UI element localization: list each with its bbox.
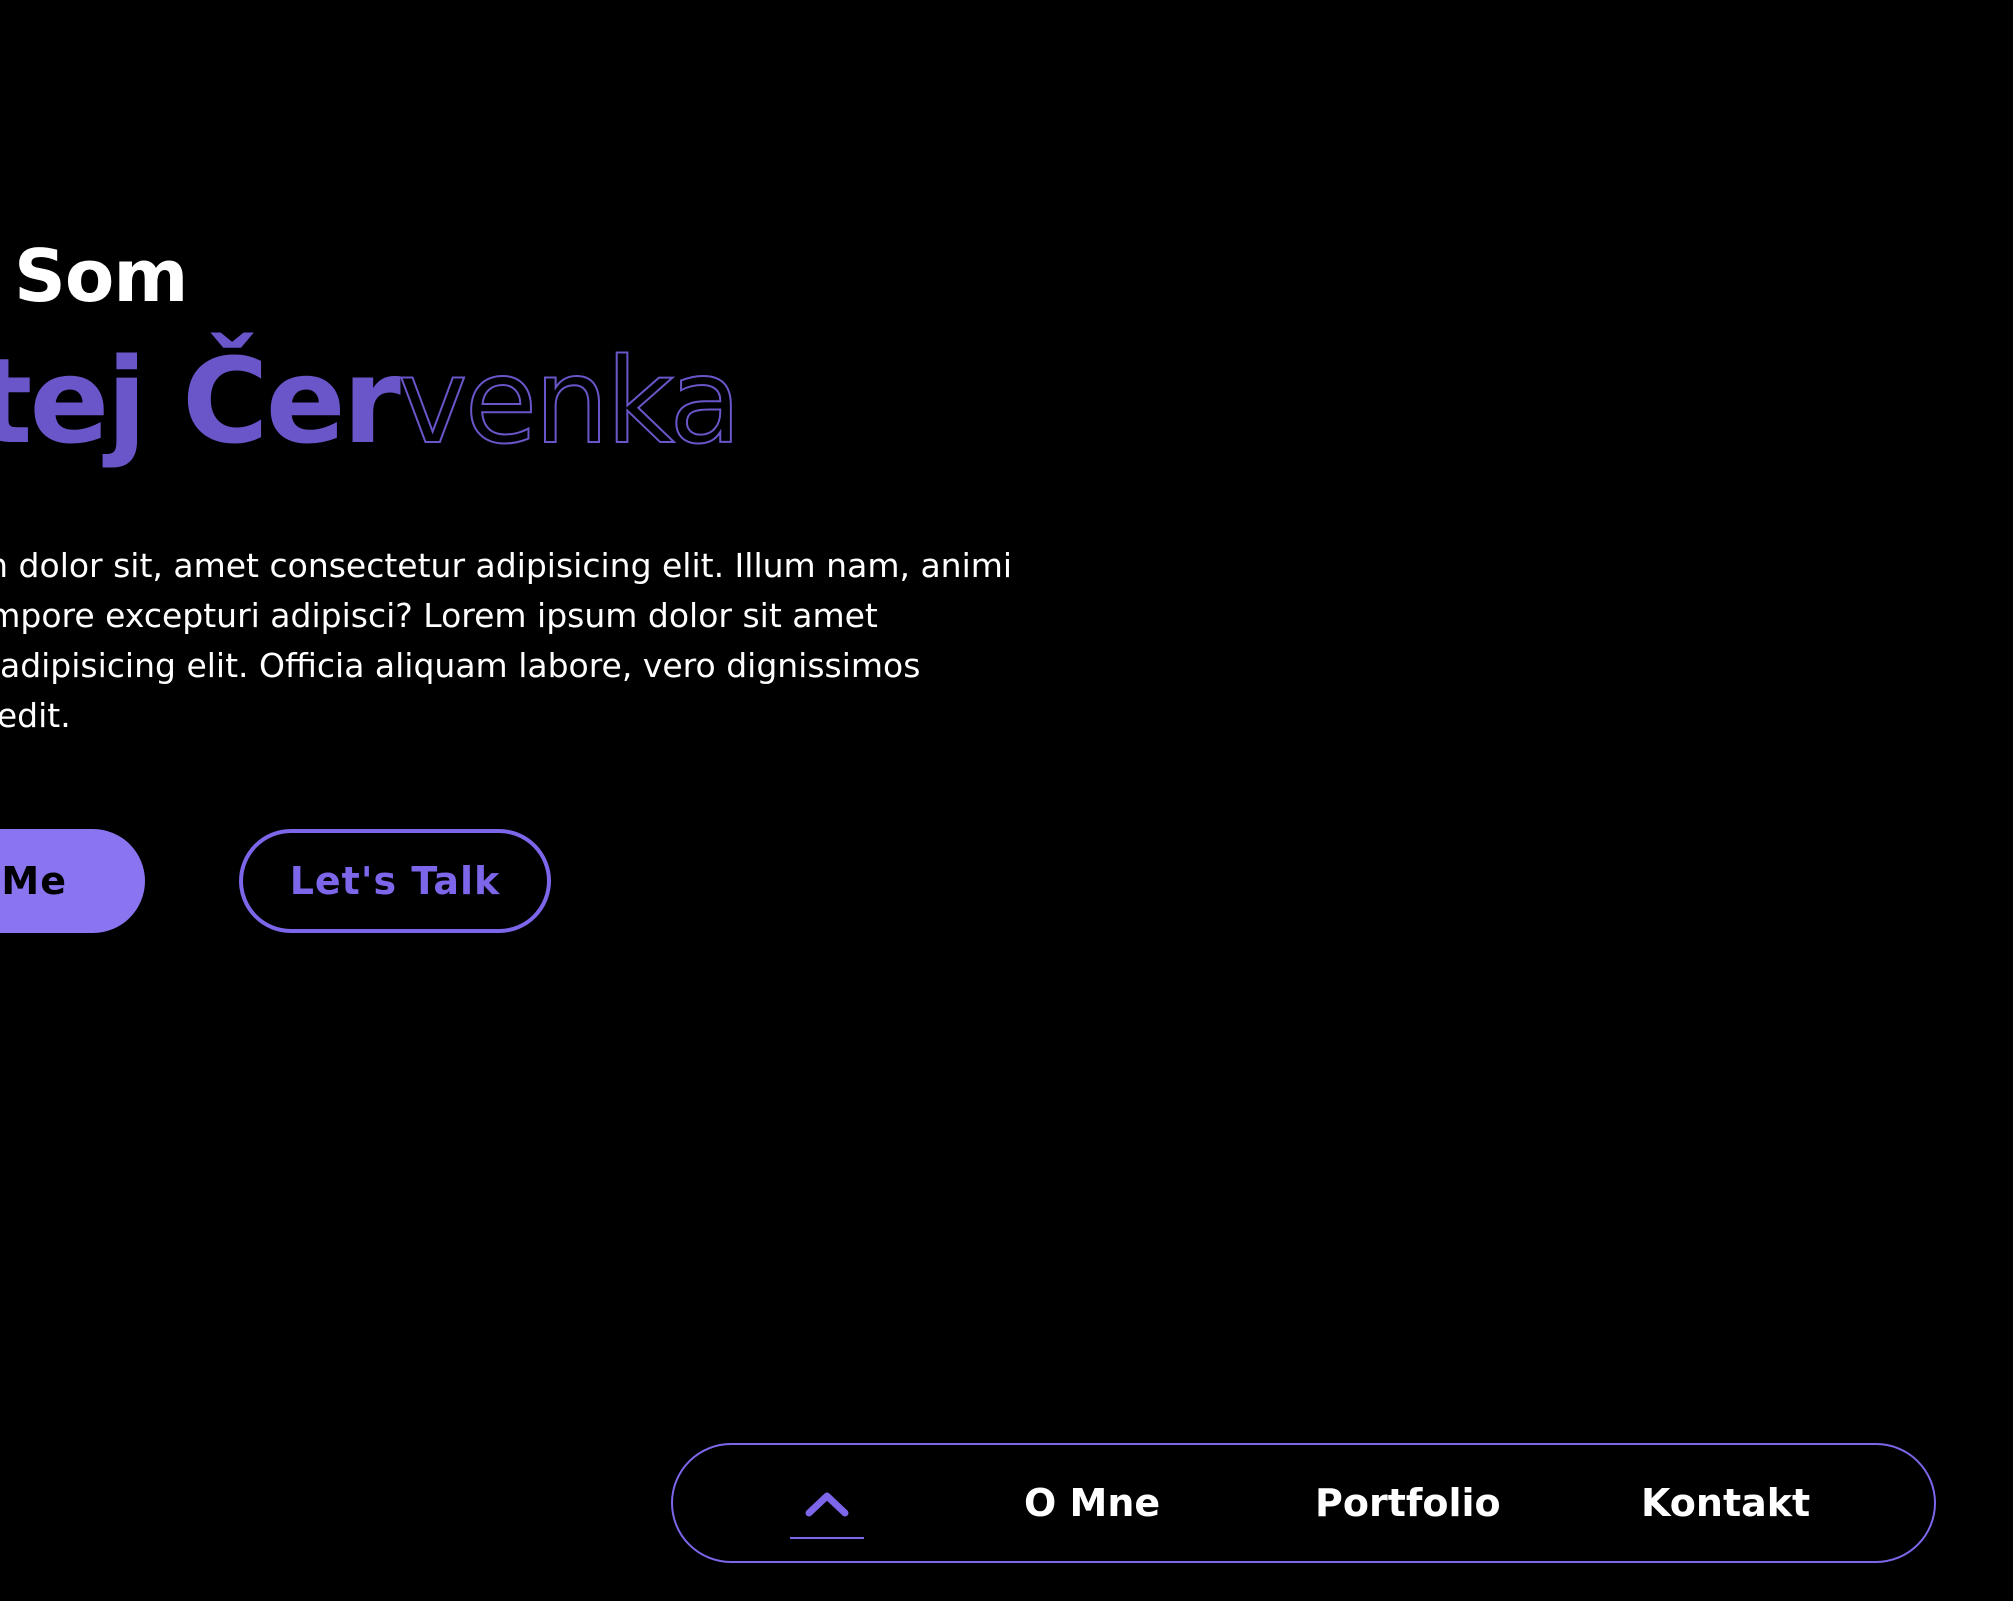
bottom-nav: O Mne Portfolio Kontakt <box>671 1443 1936 1563</box>
hero-intro-line: um dolor sit, amet consectetur adipisici… <box>0 546 1013 585</box>
nav-item-o-mne[interactable]: O Mne <box>1024 1445 1160 1561</box>
chevron-up-icon <box>805 1492 849 1517</box>
hire-me-button[interactable]: Me <box>0 829 145 933</box>
nav-active-indicator <box>790 1537 864 1539</box>
nav-home-link[interactable] <box>790 1445 864 1561</box>
hero-intro-line: tempore excepturi adipisci? Lorem ipsum … <box>0 596 878 635</box>
nav-item-kontakt[interactable]: Kontakt <box>1641 1445 1810 1561</box>
hero-intro-line: ur adipisicing elit. Officia aliquam lab… <box>0 646 921 685</box>
hero-intro: um dolor sit, amet consectetur adipisici… <box>0 541 1065 741</box>
hero-name-solid: tej Čer <box>0 332 401 470</box>
hero-name-outline: venka <box>397 332 743 470</box>
hero-greeting: Som <box>14 234 188 318</box>
nav-item-portfolio[interactable]: Portfolio <box>1315 1445 1501 1561</box>
hero-intro-line: npedit. <box>0 696 71 735</box>
hero-section: Som tej Červenka um dolor sit, amet cons… <box>0 0 2013 1601</box>
hero-name: tej Červenka <box>0 341 743 461</box>
lets-talk-button[interactable]: Let's Talk <box>239 829 551 933</box>
